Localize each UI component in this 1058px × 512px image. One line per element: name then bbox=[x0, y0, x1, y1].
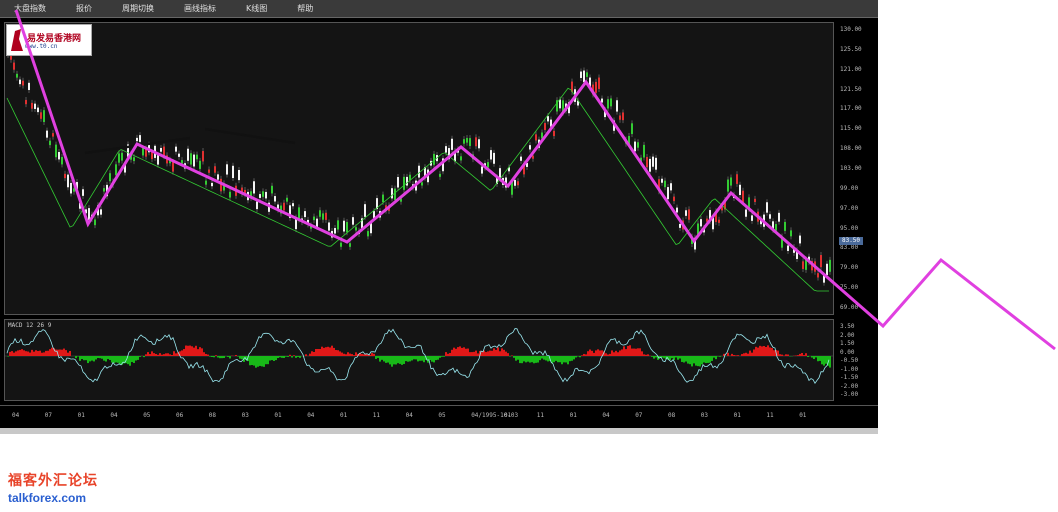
zigzag-overlay bbox=[14, 9, 1056, 351]
watermark-chinese: 福客外汇论坛 bbox=[8, 473, 98, 489]
watermark-english: talkforex.com bbox=[8, 491, 87, 505]
zigzag-annotation-line bbox=[14, 9, 1056, 351]
forum-watermark: 福客外汇论坛 talkforex.com bbox=[8, 470, 98, 505]
